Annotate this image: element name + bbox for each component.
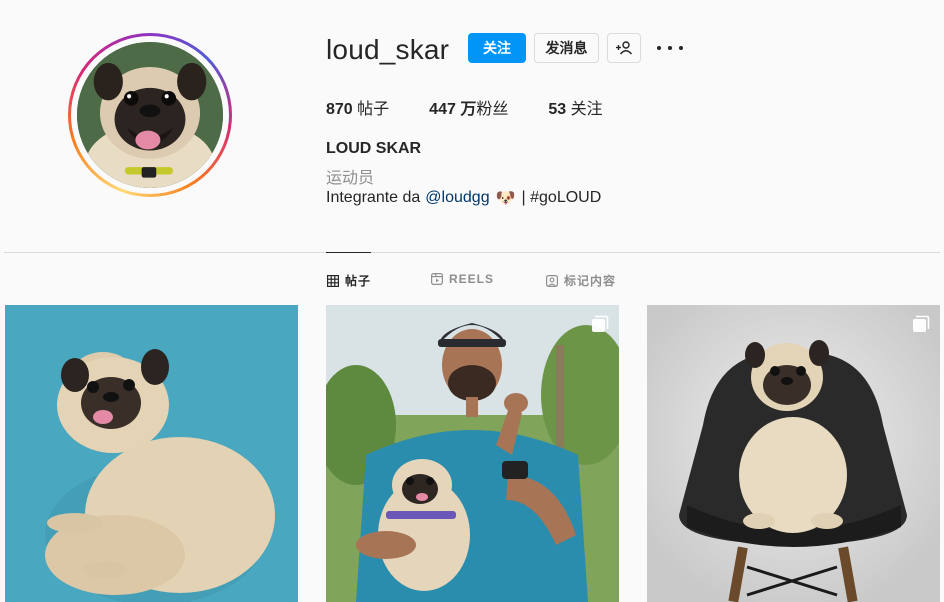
more-options-button[interactable] xyxy=(657,38,683,58)
bio-prefix: Integrante da xyxy=(326,189,421,206)
multiple-photos-icon xyxy=(592,315,609,332)
posts-count-value: 870 xyxy=(326,101,353,118)
multiple-photos-icon xyxy=(913,315,930,332)
bio-mention-link[interactable]: @loudgg xyxy=(425,189,489,207)
tab-tagged-label: 标记内容 xyxy=(564,274,617,288)
more-options-dot xyxy=(679,46,683,50)
profile-avatar[interactable] xyxy=(68,33,232,197)
post-thumbnail[interactable] xyxy=(326,305,619,602)
followers-count[interactable]: 447 万粉丝 xyxy=(429,95,508,119)
message-button[interactable]: 发消息 xyxy=(534,33,599,63)
pug-avatar-icon xyxy=(77,42,223,188)
active-tab-indicator xyxy=(326,252,371,253)
profile-stats: 870 帖子 447 万粉丝 53 关注 xyxy=(326,95,643,119)
follow-button[interactable]: 关注 xyxy=(468,33,526,63)
followers-count-value: 447 万 xyxy=(429,101,477,118)
post-thumbnail[interactable] xyxy=(5,305,298,602)
tabs-divider xyxy=(4,252,940,253)
pug-on-chair-photo-image xyxy=(647,305,940,602)
bio-suffix: | #goLOUD xyxy=(521,189,602,206)
tagged-icon xyxy=(546,274,558,287)
avatar-border xyxy=(71,36,229,194)
tab-reels-label: REELS xyxy=(449,272,495,286)
posts-count: 870 帖子 xyxy=(326,95,389,119)
following-count[interactable]: 53 关注 xyxy=(548,95,602,119)
man-with-pug-photo-image xyxy=(326,305,619,602)
posts-count-label: 帖子 xyxy=(357,101,390,118)
profile-bio: Integrante da @loudgg 🐶 | #goLOUD xyxy=(326,188,601,208)
dog-emoji-icon: 🐶 xyxy=(495,190,516,207)
tab-posts-label: 帖子 xyxy=(345,274,372,288)
tab-tagged[interactable]: 标记内容 xyxy=(546,272,616,289)
following-count-value: 53 xyxy=(548,101,567,118)
profile-username: loud_skar xyxy=(326,34,450,65)
avatar-image xyxy=(77,42,223,188)
post-thumbnail[interactable] xyxy=(647,305,940,602)
add-person-icon xyxy=(616,41,633,55)
pug-photo-image xyxy=(5,305,298,602)
more-options-icon xyxy=(657,46,661,50)
following-count-label: 关注 xyxy=(570,101,603,118)
profile-full-name: LOUD SKAR xyxy=(326,140,422,157)
tab-posts[interactable]: 帖子 xyxy=(327,272,371,289)
more-options-dot xyxy=(668,46,672,50)
followers-count-label: 粉丝 xyxy=(476,101,509,118)
grid-icon xyxy=(327,274,339,287)
tab-reels[interactable]: REELS xyxy=(431,272,494,286)
reels-icon xyxy=(431,273,443,285)
profile-category: 运动员 xyxy=(326,170,375,187)
suggest-users-button[interactable] xyxy=(607,33,641,63)
